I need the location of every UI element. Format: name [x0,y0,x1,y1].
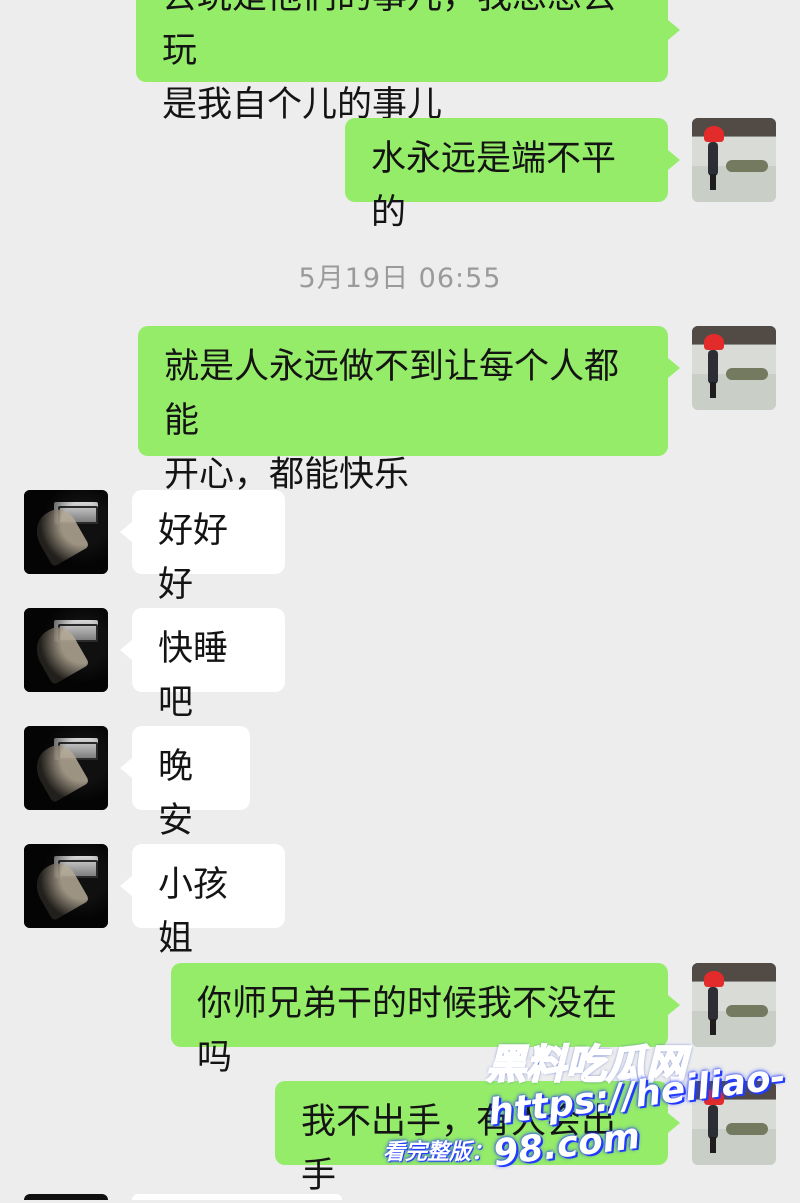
message-line: 去玩是他们的事儿，我想想去玩 [162,0,617,71]
bubble-tail [668,20,680,40]
message-line: 好好好 [158,511,229,605]
message-line: 就是人永远做不到让每个人都能 [164,347,620,441]
chat-timestamp: 5月19日 06:55 [298,263,502,294]
self-avatar[interactable] [692,963,776,1047]
bubble-tail [668,358,680,378]
message-line: 水永远是端不平的 [371,139,617,233]
message-line: 晚安 [158,747,194,841]
bubble-tail [120,876,132,896]
contact-avatar[interactable] [24,490,108,574]
chat-bubble-received[interactable]: 好好好 [132,490,285,605]
contact-avatar[interactable] [24,608,108,692]
next-message-edge [24,1194,108,1200]
contact-avatar[interactable] [24,844,108,928]
next-message-edge [132,1194,342,1200]
watermark-label: 看完整版： [383,1140,494,1165]
chat-bubble-received[interactable]: 快睡吧 [132,608,285,723]
contact-avatar[interactable] [24,726,108,810]
bubble-tail [120,522,132,542]
chat-bubble-sent[interactable]: 水永远是端不平的 [345,118,668,233]
self-avatar[interactable] [692,118,776,202]
chat-bubble-sent[interactable]: 就是人永远做不到让每个人都能 开心，都能快乐 [138,326,668,495]
bubble-tail [668,995,680,1015]
bubble-tail [120,640,132,660]
self-avatar[interactable] [692,326,776,410]
bubble-tail [120,758,132,778]
chat-bubble-sent[interactable]: 去玩是他们的事儿，我想想去玩 是我自个儿的事儿 [136,0,668,125]
message-line: 小孩姐 [158,865,229,959]
message-line: 快睡吧 [158,629,229,723]
chat-bubble-received[interactable]: 晚安 [132,726,250,841]
chat-bubble-received[interactable]: 小孩姐 [132,844,285,959]
bubble-tail [668,150,680,170]
